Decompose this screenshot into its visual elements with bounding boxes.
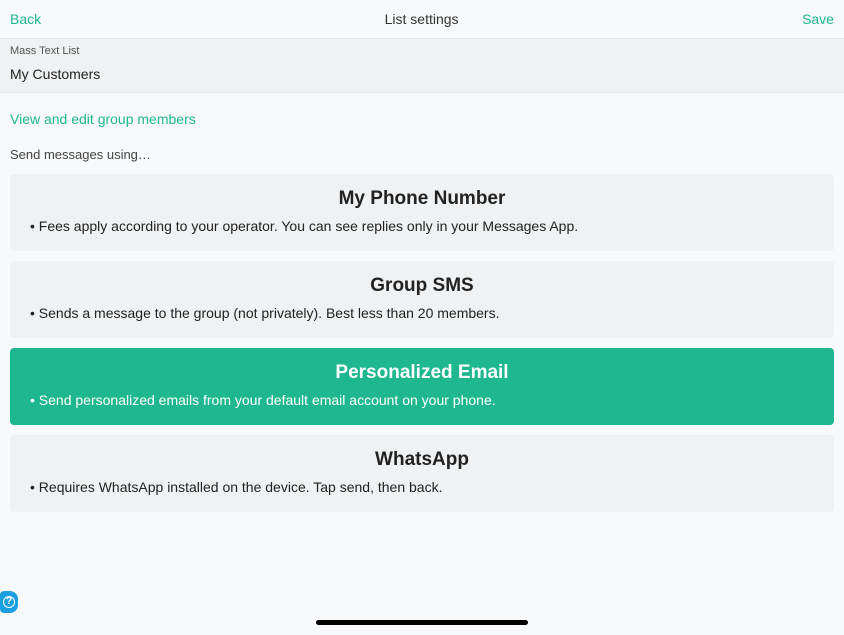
group-members-row: View and edit group members (0, 93, 844, 141)
option-title: My Phone Number (28, 188, 816, 210)
home-indicator[interactable] (316, 620, 528, 625)
option-title: Personalized Email (28, 362, 816, 384)
option-personalized-email[interactable]: Personalized Email Send personalized ema… (10, 348, 834, 425)
send-using-label: Send messages using… (0, 141, 844, 174)
question-icon: ? (3, 596, 15, 608)
option-desc: Requires WhatsApp installed on the devic… (28, 477, 816, 498)
option-whatsapp[interactable]: WhatsApp Requires WhatsApp installed on … (10, 435, 834, 512)
header-bar: Back List settings Save (0, 0, 844, 38)
send-options-list: My Phone Number Fees apply according to … (0, 174, 844, 512)
option-desc: Sends a message to the group (not privat… (28, 303, 816, 324)
option-my-phone-number[interactable]: My Phone Number Fees apply according to … (10, 174, 834, 251)
help-button[interactable]: ? (0, 591, 18, 613)
option-title: Group SMS (28, 275, 816, 297)
option-desc: Fees apply according to your operator. Y… (28, 216, 816, 237)
list-name-input[interactable] (0, 60, 844, 93)
back-button[interactable]: Back (10, 11, 41, 27)
page-title: List settings (385, 11, 459, 27)
option-title: WhatsApp (28, 449, 816, 471)
save-button[interactable]: Save (802, 11, 834, 27)
option-desc: Send personalized emails from your defau… (28, 390, 816, 411)
list-name-label: Mass Text List (0, 38, 844, 60)
option-group-sms[interactable]: Group SMS Sends a message to the group (… (10, 261, 834, 338)
view-edit-members-link[interactable]: View and edit group members (10, 111, 196, 127)
